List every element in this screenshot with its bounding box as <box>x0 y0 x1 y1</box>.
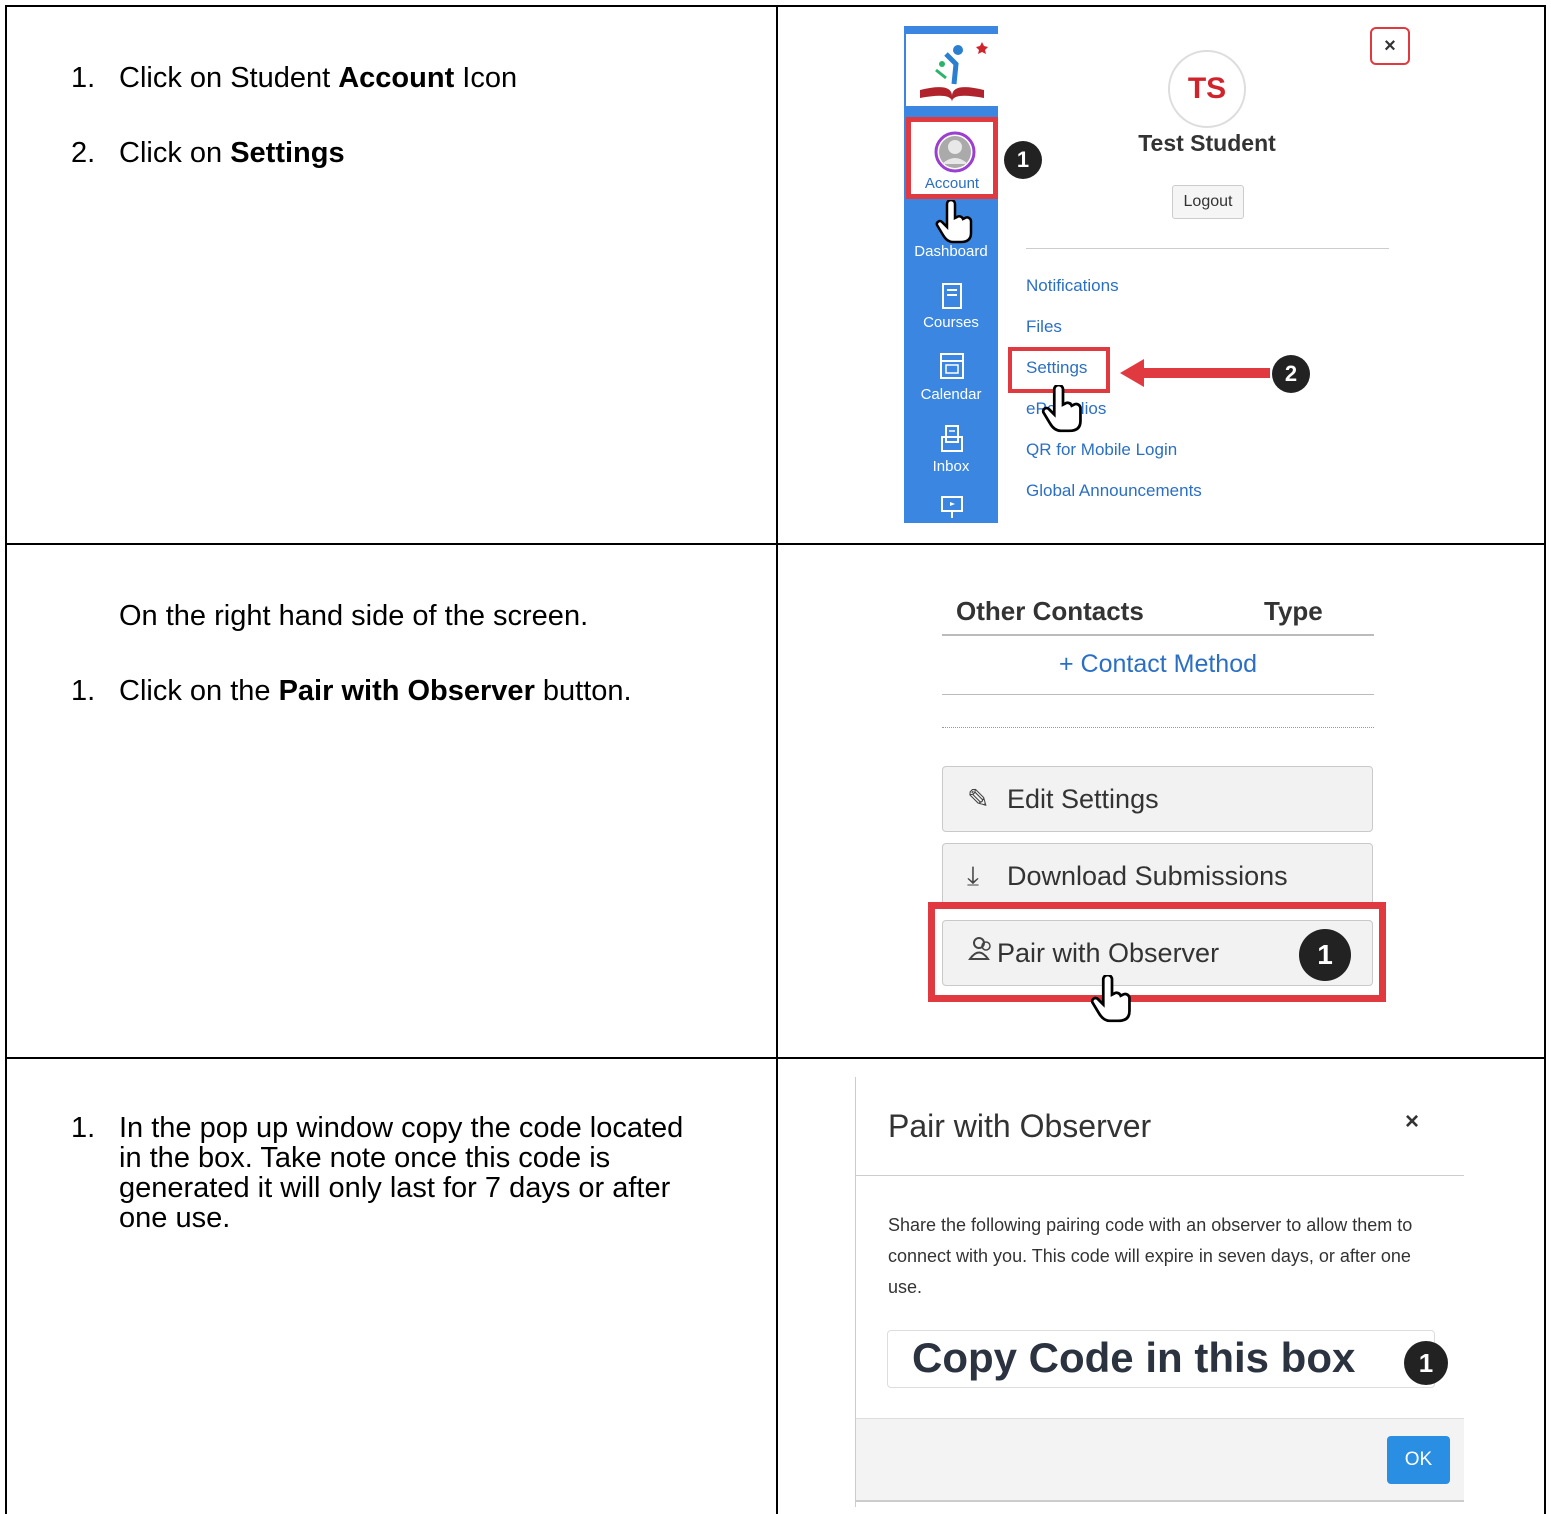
download-icon: ⤓ <box>967 861 979 891</box>
dashboard-label[interactable]: Dashboard <box>904 243 998 260</box>
menu-item-qr-login[interactable]: QR for Mobile Login <box>1026 440 1177 460</box>
edit-settings-label: Edit Settings <box>1007 784 1159 814</box>
account-nav-item[interactable]: Account <box>906 117 998 199</box>
pencil-icon: ✎ <box>967 784 990 814</box>
step-number: 1. <box>71 62 96 94</box>
school-logo <box>906 34 998 106</box>
type-header: Type <box>1264 596 1323 626</box>
avatar: TS <box>1168 50 1246 128</box>
courses-icon <box>942 283 962 309</box>
step-line: generated it will only last for 7 days o… <box>119 1172 671 1204</box>
step-bold: Account <box>338 62 455 94</box>
account-label: Account <box>924 175 980 192</box>
table-right-border <box>1544 5 1546 1514</box>
modal-title: Pair with Observer <box>888 1108 1152 1144</box>
menu-item-files[interactable]: Files <box>1026 317 1062 337</box>
logout-button[interactable]: Logout <box>1172 185 1244 219</box>
step-text-end: Icon <box>454 62 518 94</box>
callout-badge-1: 1 <box>1299 929 1351 981</box>
modal-description: Share the following pairing code with an… <box>888 1215 1413 1297</box>
modal-close-button[interactable]: × <box>1405 1108 1419 1136</box>
download-submissions-button[interactable]: ⤓ Download Submissions <box>942 843 1373 909</box>
edit-settings-button[interactable]: ✎ Edit Settings <box>942 766 1373 832</box>
account-avatar-icon <box>934 131 976 173</box>
menu-item-notifications[interactable]: Notifications <box>1026 276 1119 296</box>
step-number: 2. <box>71 137 96 169</box>
student-name: Test Student <box>1138 130 1276 156</box>
dotted-divider <box>942 727 1374 728</box>
divider <box>1026 248 1389 249</box>
modal-footer <box>856 1418 1464 1501</box>
pairing-code-text: Copy Code in this box <box>912 1334 1356 1381</box>
step-number: 1. <box>71 1112 96 1144</box>
download-submissions-label: Download Submissions <box>1007 861 1288 891</box>
row2-intro: On the right hand side of the screen. <box>119 600 589 632</box>
table-left-border <box>5 5 7 1514</box>
hand-cursor-icon <box>935 200 973 244</box>
step-line: in the box. Take note once this code is <box>119 1142 611 1174</box>
step-bold: Pair with Observer <box>278 675 535 707</box>
modal-bottom-border <box>856 1500 1464 1502</box>
step-text-end: button. <box>534 675 632 707</box>
ok-button[interactable]: OK <box>1387 1436 1450 1484</box>
step-text: Click on Student <box>119 62 339 94</box>
close-tray-button[interactable]: × <box>1370 27 1410 65</box>
step-number: 1. <box>71 675 96 707</box>
calendar-label[interactable]: Calendar <box>904 386 998 403</box>
callout-badge-2: 2 <box>1272 355 1310 393</box>
arrow-left-icon <box>1120 359 1270 387</box>
divider <box>856 1175 1464 1176</box>
hand-cursor-icon <box>1041 385 1082 433</box>
courses-label[interactable]: Courses <box>904 314 998 331</box>
inbox-label[interactable]: Inbox <box>904 458 998 475</box>
divider <box>942 694 1374 695</box>
inbox-icon <box>941 425 963 452</box>
hand-cursor-icon <box>1090 975 1131 1023</box>
step-text: Click on <box>119 137 231 169</box>
step-bold: Settings <box>230 137 345 169</box>
callout-badge-1: 1 <box>1004 141 1042 179</box>
logo-icon <box>920 42 988 102</box>
other-contacts-header: Other Contacts <box>956 596 1144 626</box>
menu-item-global-announcements[interactable]: Global Announcements <box>1026 481 1202 501</box>
add-contact-method-link[interactable]: + Contact Method <box>942 650 1374 679</box>
commons-icon <box>941 496 963 518</box>
column-divider <box>776 5 778 1514</box>
calendar-icon <box>940 353 964 379</box>
callout-badge-1: 1 <box>1404 1341 1448 1385</box>
step-text: Click on the <box>119 675 279 707</box>
step-line: one use. <box>119 1202 231 1234</box>
step-line: In the pop up window copy the code locat… <box>119 1112 684 1144</box>
header-rule <box>942 634 1374 636</box>
